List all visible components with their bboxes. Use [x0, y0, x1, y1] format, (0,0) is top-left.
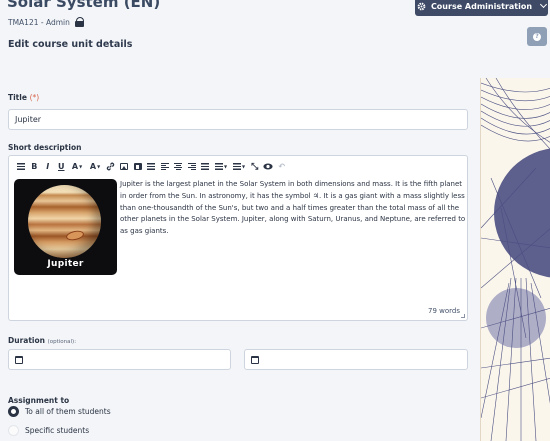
- background-color-button[interactable]: A ▼: [86, 161, 104, 172]
- duration-label-text: Duration: [8, 336, 45, 345]
- caret-down-icon: ▼: [241, 164, 246, 169]
- video-icon: [133, 163, 142, 170]
- duration-end-date-input[interactable]: [244, 349, 468, 370]
- align-right-button[interactable]: [185, 161, 199, 172]
- title-input-value: Jupiter: [15, 115, 42, 124]
- image-icon: [120, 163, 129, 170]
- font-color-button[interactable]: A ▼: [68, 161, 86, 172]
- link-button[interactable]: [104, 161, 118, 172]
- jupiter-planet-graphic: [28, 185, 101, 258]
- link-icon: [107, 162, 115, 171]
- italic-button[interactable]: I: [41, 161, 55, 172]
- fullscreen-button[interactable]: ⤡: [248, 161, 262, 172]
- jupiter-image: Jupiter: [14, 179, 117, 275]
- bulleted-list-button[interactable]: ▼: [212, 161, 230, 172]
- course-subtitle: TMA121 - Admin: [8, 17, 85, 27]
- assignment-option-all[interactable]: To all of them students: [8, 406, 111, 417]
- caret-down-icon: ▼: [223, 164, 228, 169]
- title-input[interactable]: Jupiter: [8, 109, 468, 130]
- word-count: 79 words: [428, 307, 460, 315]
- assignment-option-specific[interactable]: Specific students: [8, 425, 89, 436]
- title-label-text: Title: [8, 93, 27, 102]
- resize-handle[interactable]: [461, 314, 465, 318]
- font-color-icon: A: [71, 162, 79, 171]
- chevron-down-icon: [540, 0, 548, 9]
- align-left-icon: [160, 163, 169, 170]
- optional-hint: (optional):: [47, 339, 77, 345]
- duration-start-date-input[interactable]: [8, 349, 231, 370]
- course-code: TMA121 - Admin: [8, 17, 70, 27]
- align-right-icon: [187, 163, 196, 170]
- background-color-icon: A: [89, 162, 97, 171]
- preview-button[interactable]: [262, 161, 276, 172]
- course-administration-label: Course Administration: [430, 1, 533, 11]
- align-center-icon: [174, 163, 183, 170]
- editor-toolbar: B I U A ▼ A ▼ ▼ ▼ ⤡ ↶: [9, 156, 467, 173]
- undo-button[interactable]: ↶: [275, 161, 289, 172]
- caret-down-icon: ▼: [79, 164, 83, 169]
- calendar-icon: [15, 355, 23, 364]
- assignment-label: Assignment to: [8, 396, 70, 405]
- radio-unselected[interactable]: [8, 425, 19, 436]
- align-justify-button[interactable]: [199, 161, 213, 172]
- radio-selected[interactable]: [8, 406, 19, 417]
- course-administration-button[interactable]: Course Administration: [415, 0, 548, 16]
- fullscreen-icon: ⤡: [251, 161, 259, 172]
- bold-button[interactable]: B: [28, 161, 42, 172]
- description-text: Jupiter is the largest planet in the Sol…: [120, 180, 466, 236]
- paragraph-icon: [16, 163, 25, 170]
- align-center-button[interactable]: [172, 161, 186, 172]
- calendar-icon: [251, 355, 259, 364]
- undo-icon: ↶: [278, 162, 286, 171]
- page-title: Edit course unit details: [8, 39, 133, 50]
- rich-text-editor[interactable]: B I U A ▼ A ▼ ▼ ▼ ⤡ ↶ Jupiter Jupiter is t…: [8, 155, 468, 321]
- paragraph-format-button[interactable]: [14, 161, 28, 172]
- align-left-button[interactable]: [158, 161, 172, 172]
- assignment-option-label: To all of them students: [25, 407, 111, 416]
- gear-icon: [417, 2, 426, 10]
- short-description-label: Short description: [8, 143, 82, 152]
- insert-video-button[interactable]: [131, 161, 145, 172]
- help-button[interactable]: ?: [527, 27, 547, 46]
- geometric-pattern-graphic: [481, 78, 550, 441]
- assignment-option-label: Specific students: [25, 426, 90, 435]
- image-caption: Jupiter: [47, 259, 84, 269]
- help-icon: ?: [533, 32, 541, 41]
- caret-down-icon: ▼: [97, 164, 101, 169]
- align-justify-icon: [201, 163, 210, 170]
- horizontal-rule-button[interactable]: [145, 161, 159, 172]
- decorative-side-illustration: [480, 78, 550, 441]
- bulleted-list-icon: [214, 163, 223, 170]
- lock-icon: [74, 17, 85, 27]
- course-title: Solar System (EN): [7, 0, 161, 11]
- numbered-list-button[interactable]: ▼: [230, 161, 248, 172]
- great-red-spot: [65, 229, 85, 242]
- required-mark: (*): [29, 93, 40, 102]
- underline-button[interactable]: U: [55, 161, 69, 172]
- duration-label: Duration (optional):: [8, 336, 76, 345]
- title-label: Title (*): [8, 93, 39, 102]
- horizontal-rule-icon: [147, 163, 156, 170]
- eye-icon: [263, 163, 273, 170]
- numbered-list-icon: [232, 163, 241, 170]
- insert-image-button[interactable]: [118, 161, 132, 172]
